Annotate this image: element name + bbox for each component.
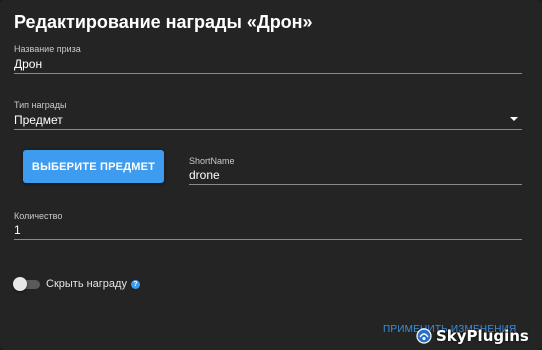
chevron-down-icon[interactable] [510,117,518,121]
prize-name-input[interactable]: Дрон [14,57,42,71]
hide-reward-toggle[interactable] [13,277,27,291]
short-name-label: ShortName [189,156,235,166]
prize-name-label: Название приза [14,44,81,54]
reward-type-label: Тип награды [14,100,67,110]
short-name-field[interactable]: ShortName drone [189,156,522,186]
prize-name-field[interactable]: Название приза Дрон [14,44,522,76]
select-item-button[interactable]: ВЫБЕРИТЕ ПРЕДМЕТ [23,150,164,183]
skyplugins-watermark: SkyPlugins [416,326,540,346]
edit-reward-dialog: Редактирование награды «Дрон» Название п… [0,0,542,350]
question-circle-icon[interactable]: ? [131,280,140,289]
watermark-text: SkyPlugins [436,327,529,345]
reward-type-underline [14,129,522,130]
quantity-field[interactable]: Количество 1 [14,211,522,241]
short-name-input[interactable]: drone [189,168,220,182]
hide-reward-label: Скрыть награду [46,278,127,290]
reward-type-select[interactable]: Тип награды Предмет [14,100,522,132]
quantity-label: Количество [14,211,63,221]
dialog-title: Редактирование награды «Дрон» [14,12,313,32]
prize-name-underline [14,73,522,74]
short-name-underline [189,184,522,185]
reward-type-value[interactable]: Предмет [14,113,63,127]
quantity-input[interactable]: 1 [14,223,21,237]
sky-logo-icon [416,328,432,344]
quantity-underline [14,239,522,240]
